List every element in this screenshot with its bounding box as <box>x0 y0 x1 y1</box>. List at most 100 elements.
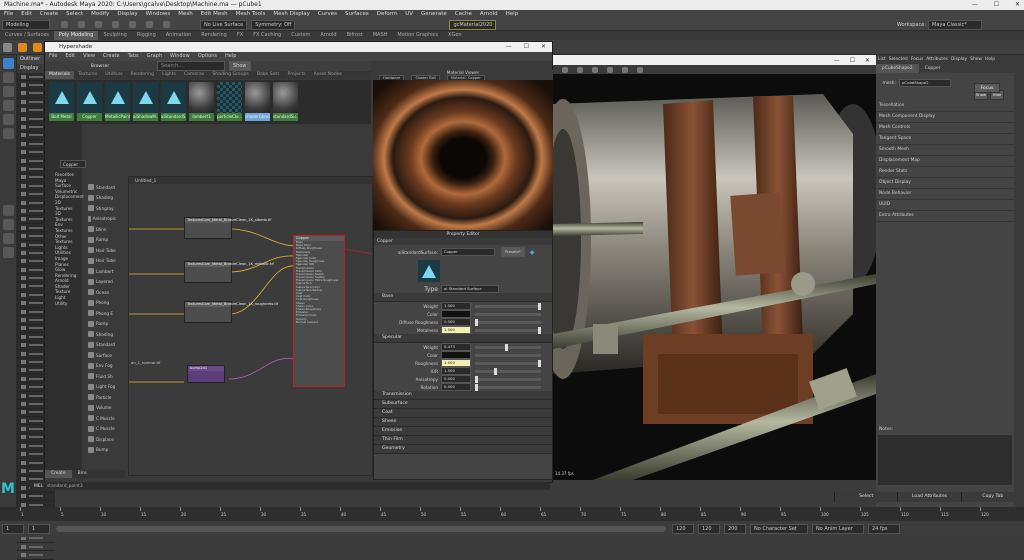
copper-shader-node[interactable]: Copper Base Base Color Diffuse Roughness Me… <box>293 235 345 387</box>
pe-slider-handle[interactable] <box>475 318 478 326</box>
browser-search-input[interactable]: Search... <box>157 61 225 71</box>
ae-object-field[interactable]: pCubeShape2 <box>899 79 951 87</box>
ae-select-button[interactable]: Select <box>834 492 897 502</box>
hs-tab-utilities[interactable]: Utilities <box>101 71 126 79</box>
create-node-item[interactable]: Anisotropic <box>88 214 116 225</box>
select-tool-icon[interactable] <box>3 58 14 69</box>
ae-section[interactable]: Extra Attributes <box>876 211 1014 222</box>
create-node-item[interactable]: Ramp <box>88 235 116 246</box>
ae-section[interactable]: Render Stats <box>876 167 1014 178</box>
bin-tree-item[interactable]: Utility <box>55 301 79 307</box>
hs-tab-bake-sets[interactable]: Bake Sets <box>253 71 284 79</box>
pe-section-header[interactable]: Transmission <box>374 391 552 400</box>
ae-notes-field[interactable] <box>878 435 1012 485</box>
create-node-item[interactable]: Layered <box>88 277 116 288</box>
ae-menu-focus[interactable]: Focus <box>911 57 924 62</box>
hs-tab-shading-groups[interactable]: Shading Groups <box>208 71 253 79</box>
create-search-input[interactable]: Copper <box>60 160 86 168</box>
pe-presets-button[interactable]: Presets* <box>501 247 525 257</box>
menu-file[interactable]: File <box>0 10 17 19</box>
hs-menu-graph[interactable]: Graph <box>143 52 166 61</box>
material-swatch[interactable]: shaderGlow1 <box>245 82 270 122</box>
pe-attribute-slider[interactable] <box>475 375 541 383</box>
range-inner-start-field[interactable]: 1 <box>28 524 50 534</box>
ae-section[interactable]: Tessellation <box>876 101 1014 112</box>
lasso-tool-icon[interactable] <box>3 72 14 83</box>
light-icon[interactable] <box>637 66 643 73</box>
create-node-item[interactable]: Ramp <box>88 319 116 330</box>
pe-attribute-slider[interactable] <box>475 312 541 316</box>
hs-tab-lights[interactable]: Lights <box>158 71 180 79</box>
live-surface-dropdown[interactable]: No Live Surface <box>200 19 248 30</box>
ae-section[interactable]: UUID <box>876 200 1014 211</box>
hs-menu-window[interactable]: Window <box>166 52 194 61</box>
pe-type-dropdown[interactable]: ai Standard Surface <box>441 285 499 293</box>
ae-load-attributes-button[interactable]: Load Attributes <box>897 492 960 502</box>
shelf-tab-poly-modeling[interactable]: Poly Modeling <box>53 31 99 40</box>
create-node-item[interactable]: Hair Tube <box>88 245 116 256</box>
shelf-tab-rendering[interactable]: Rendering <box>196 31 232 40</box>
node-attribute[interactable]: Normal Camera <box>294 320 344 324</box>
bin-tree-item[interactable]: Other Textures <box>55 234 79 245</box>
bump-node[interactable]: bump2d1 <box>187 365 225 383</box>
create-node-item[interactable]: Volume <box>88 403 116 414</box>
ae-menu-list[interactable]: List <box>878 57 886 62</box>
menu-generate[interactable]: Generate <box>417 10 451 19</box>
pe-attribute-value[interactable]: 1.000 <box>441 302 471 310</box>
menu-select[interactable]: Select <box>62 10 87 19</box>
ae-menu-help[interactable]: Help <box>985 57 995 62</box>
new-scene-icon[interactable] <box>61 21 68 28</box>
four-pane-icon[interactable] <box>3 219 14 230</box>
material-swatch[interactable]: MetallicPaint <box>105 82 130 122</box>
bin-tree-item[interactable]: 2D Textures <box>55 200 79 211</box>
ae-section[interactable]: Object Display <box>876 178 1014 189</box>
menu-modify[interactable]: Modify <box>87 10 113 19</box>
hs-menu-create[interactable]: Create <box>99 52 124 61</box>
menu-create[interactable]: Create <box>36 10 62 19</box>
pe-attribute-slider[interactable] <box>475 359 541 367</box>
shelf-tab-mash[interactable]: MASH <box>368 31 393 40</box>
pe-section-header[interactable]: Subsurface <box>374 400 552 409</box>
create-node-item[interactable]: Phong <box>88 298 116 309</box>
material-swatch[interactable]: lambert1 <box>189 82 214 122</box>
node-graph[interactable]: Untitled_1 TexturesCom_Metal_BronzeClean… <box>128 176 374 476</box>
hs-menu-file[interactable]: File <box>45 52 61 61</box>
bin-tree-item[interactable]: Image Planes <box>55 256 79 267</box>
poly-cube-icon[interactable] <box>33 42 42 52</box>
range-end-field[interactable]: 120 <box>698 524 720 534</box>
anim-layer-dropdown[interactable]: No Anim Layer <box>812 524 864 534</box>
menu-cache[interactable]: Cache <box>451 10 476 19</box>
symmetry-dropdown[interactable]: Symmetry: Off <box>251 19 296 30</box>
save-scene-icon[interactable] <box>95 21 102 28</box>
create-node-item[interactable]: Blinn <box>88 224 116 235</box>
pe-slider-handle[interactable] <box>538 326 541 334</box>
ae-focus-button[interactable]: Focus <box>974 83 1000 93</box>
hs-tab-rendering[interactable]: Rendering <box>127 71 158 79</box>
create-node-item[interactable]: Env Fog <box>88 361 116 372</box>
ae-section[interactable]: Mesh Controls <box>876 123 1014 134</box>
close-icon[interactable]: ✕ <box>1011 0 1020 10</box>
rotate-tool-icon[interactable] <box>3 114 14 125</box>
pe-section-header[interactable]: Sheen <box>374 418 552 427</box>
create-node-item[interactable]: Standard <box>88 340 116 351</box>
menu-edit[interactable]: Edit <box>17 10 36 19</box>
character-set-dropdown[interactable]: No Character Set <box>750 524 808 534</box>
shelf-tab-custom[interactable]: Custom <box>286 31 315 40</box>
hs-menu-tabs[interactable]: Tabs <box>124 52 143 61</box>
ae-section[interactable]: Mesh Component Display <box>876 112 1014 123</box>
pe-toggle-icon[interactable]: ◆ <box>530 249 535 256</box>
pe-section-header[interactable]: Coat <box>374 409 552 418</box>
texture-icon[interactable] <box>622 66 628 73</box>
create-node-item[interactable]: Bump <box>88 445 116 456</box>
create-node-item[interactable]: Particle <box>88 392 116 403</box>
poly-sphere-icon[interactable] <box>18 42 27 52</box>
range-end2-field[interactable]: 200 <box>724 524 746 534</box>
menu-mesh[interactable]: Mesh <box>174 10 196 19</box>
pe-attribute-value[interactable]: 0.000 <box>441 375 471 383</box>
shelf-tab-arnold[interactable]: Arnold <box>315 31 341 40</box>
single-pane-icon[interactable] <box>3 205 14 216</box>
pe-attribute-value[interactable] <box>441 310 471 318</box>
ae-section[interactable]: Displacement Map <box>876 156 1014 167</box>
pe-attribute-value[interactable]: 0.473 <box>441 343 471 351</box>
pe-section-header[interactable]: Thin Film <box>374 436 552 445</box>
